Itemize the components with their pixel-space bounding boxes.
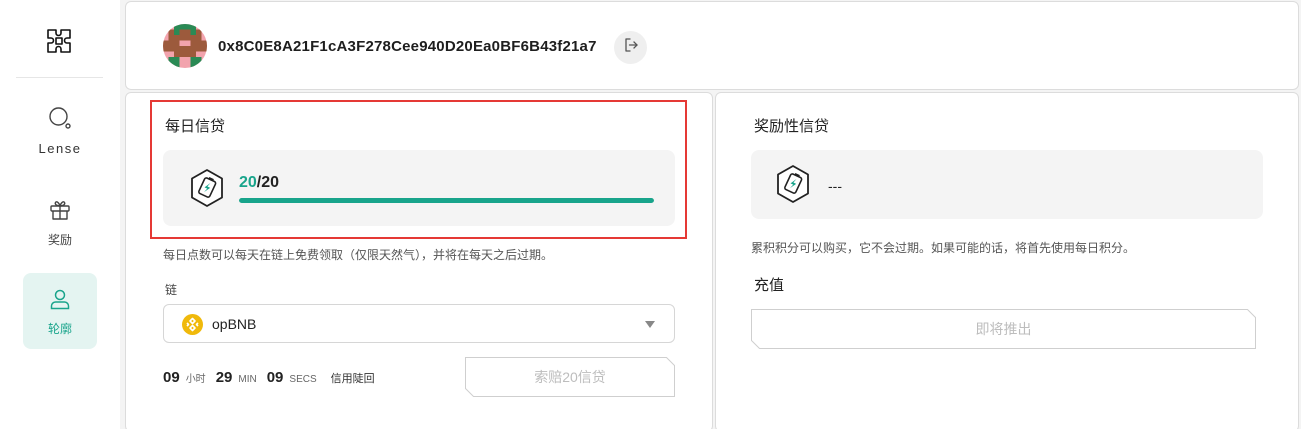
claim-credits-button[interactable]: 索赔20信贷 — [465, 357, 675, 397]
bonus-credits-panel — [715, 92, 1299, 429]
bonus-credits-card: --- — [751, 150, 1263, 219]
lens-search-icon — [47, 105, 73, 131]
logout-button[interactable] — [614, 31, 647, 64]
bonus-credits-title: 奖励性信贷 — [754, 118, 830, 135]
bnb-chain-icon — [182, 314, 203, 335]
sidebar: Lense 奖励 轮廓 — [0, 0, 120, 429]
chain-label: 链 — [165, 283, 178, 297]
sidebar-item-profile[interactable]: 轮廓 — [23, 273, 97, 349]
logout-icon — [623, 37, 639, 58]
coming-soon-button-label: 即将推出 — [975, 321, 1032, 337]
sidebar-divider — [16, 77, 103, 78]
chain-select[interactable]: opBNB — [163, 304, 675, 343]
countdown-status: 信用陡回 — [330, 373, 375, 385]
daily-credits-progress-fill — [239, 198, 654, 203]
daily-credits-description: 每日点数可以每天在链上免费领取（仅限天然气），并将在每天之后过期。 — [163, 248, 554, 262]
credit-battery-icon — [775, 164, 811, 204]
avatar — [163, 24, 207, 68]
puzzle-logo-icon[interactable] — [44, 26, 74, 56]
countdown-seconds: 09 — [266, 369, 284, 386]
wallet-address: 0x8C0E8A21F1cA3F278Cee940D20Ea0BF6B43f21… — [218, 38, 597, 55]
sidebar-item-label: 奖励 — [47, 232, 72, 247]
claim-countdown: 09 小时 29 MIN 09 SECS 信用陡回 — [163, 369, 375, 387]
recharge-title: 充值 — [754, 277, 785, 294]
gift-icon — [47, 197, 73, 223]
chevron-down-icon — [645, 321, 655, 328]
bonus-credits-description: 累积积分可以购买，它不会过期。如果可能的话，将首先使用每日积分。 — [751, 241, 1136, 255]
sidebar-item-lense[interactable]: Lense — [23, 94, 97, 166]
countdown-seconds-unit: SECS — [289, 374, 317, 385]
countdown-minutes: 29 — [215, 369, 233, 386]
daily-credits-max: /20 — [256, 174, 280, 191]
daily-credits-progress-bar — [239, 198, 654, 203]
countdown-hours: 09 — [163, 369, 180, 386]
coming-soon-button[interactable]: 即将推出 — [751, 309, 1256, 349]
sidebar-item-rewards[interactable]: 奖励 — [23, 186, 97, 258]
daily-credits-card: 20/20 — [163, 150, 675, 226]
bonus-credits-value: --- — [828, 178, 842, 194]
credit-battery-icon — [189, 168, 225, 208]
sidebar-item-label: 轮廓 — [47, 321, 72, 336]
chain-selected-value: opBNB — [212, 316, 257, 332]
daily-credits-title: 每日信贷 — [165, 118, 226, 135]
claim-credits-button-label: 索赔20信贷 — [534, 369, 606, 385]
sidebar-item-label: Lense — [38, 140, 82, 156]
countdown-hours-unit: 小时 — [185, 374, 206, 385]
daily-credits-count: 20/20 — [239, 174, 279, 192]
countdown-minutes-unit: MIN — [238, 374, 257, 385]
user-profile-icon — [47, 286, 73, 312]
account-header: 0x8C0E8A21F1cA3F278Cee940D20Ea0BF6B43f21… — [125, 1, 1299, 90]
daily-credits-current: 20 — [239, 174, 257, 191]
